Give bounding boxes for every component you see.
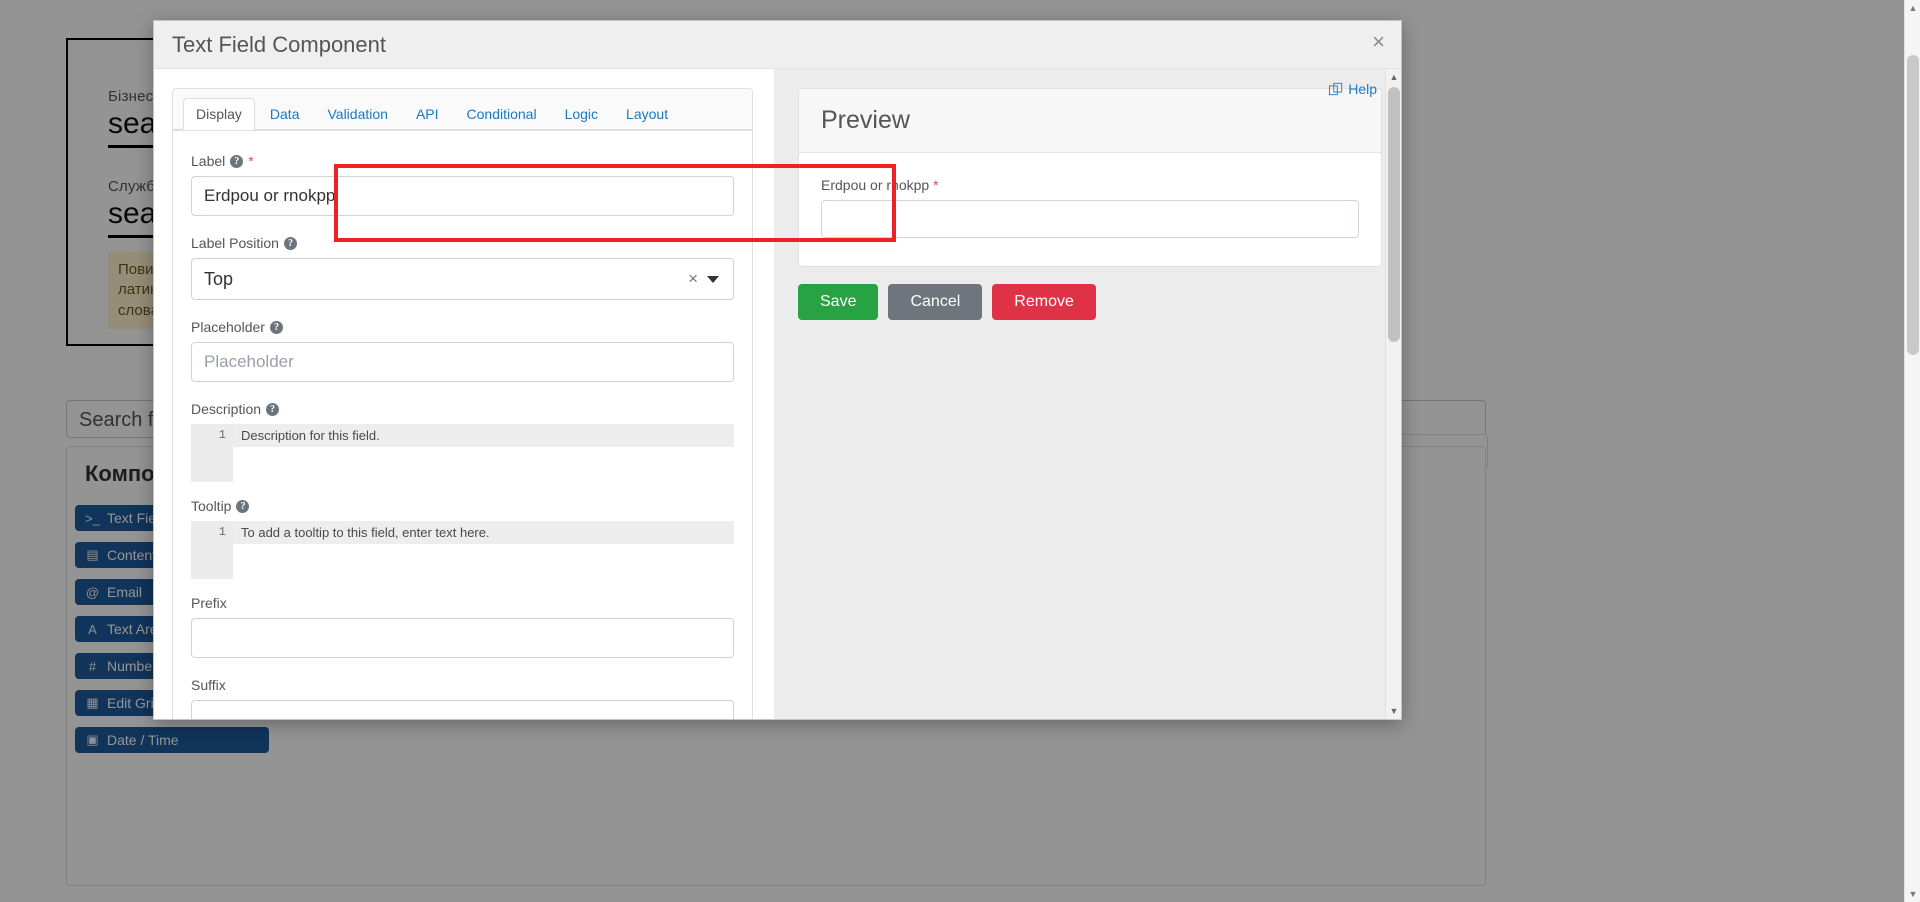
- settings-scroll-area: Label ? * Label Position ? Top ×: [172, 131, 753, 719]
- help-link[interactable]: Help: [1329, 81, 1377, 97]
- label-field-title: Label ? *: [191, 153, 734, 169]
- tab-layout[interactable]: Layout: [613, 98, 681, 130]
- tab-logic[interactable]: Logic: [552, 98, 611, 130]
- scroll-down-arrow-icon[interactable]: ▼: [1386, 703, 1401, 719]
- label-position-select[interactable]: Top ×: [191, 258, 734, 300]
- tooltip-title: Tooltip ?: [191, 498, 734, 514]
- prefix-input[interactable]: [191, 618, 734, 658]
- page-scrollbar[interactable]: ▲ ▼: [1904, 0, 1920, 902]
- field-group-prefix: Prefix: [173, 595, 752, 658]
- field-group-placeholder: Placeholder ?: [173, 319, 752, 382]
- tab-display[interactable]: Display: [183, 98, 255, 130]
- label-text: Label Position: [191, 235, 279, 251]
- preview-column: Preview Erdpou or rnokpp * Save Cancel R…: [774, 69, 1401, 719]
- scrollbar-thumb[interactable]: [1388, 87, 1400, 342]
- modal-title: Text Field Component: [172, 31, 386, 57]
- preview-card: Preview Erdpou or rnokpp *: [798, 88, 1382, 267]
- external-link-icon: [1329, 82, 1343, 96]
- modal-action-buttons: Save Cancel Remove: [798, 284, 1382, 320]
- suffix-input[interactable]: [191, 700, 734, 719]
- help-circle-icon[interactable]: ?: [230, 154, 244, 168]
- label-input[interactable]: [191, 176, 734, 216]
- label-text: Prefix: [191, 595, 227, 611]
- preview-label-text: Erdpou or rnokpp: [821, 177, 930, 193]
- placeholder-title: Placeholder ?: [191, 319, 734, 335]
- suffix-title: Suffix: [191, 677, 734, 693]
- tab-conditional[interactable]: Conditional: [454, 98, 550, 130]
- page-scroll-up-icon[interactable]: ▲: [1905, 0, 1920, 16]
- required-asterisk: *: [248, 153, 254, 169]
- tooltip-editor-placeholder: To add a tooltip to this field, enter te…: [233, 521, 734, 544]
- field-group-suffix: Suffix: [173, 677, 752, 719]
- preview-field-label: Erdpou or rnokpp *: [821, 177, 1359, 193]
- label-text: Label: [191, 153, 226, 169]
- description-title: Description ?: [191, 401, 734, 417]
- modal-scrollbar[interactable]: ▲ ▼: [1385, 69, 1401, 719]
- close-icon[interactable]: ×: [1372, 31, 1385, 53]
- tab-validation[interactable]: Validation: [314, 98, 400, 130]
- placeholder-input[interactable]: [191, 342, 734, 382]
- description-code-editor[interactable]: 1 Description for this field.: [191, 424, 734, 482]
- page-scrollbar-thumb[interactable]: [1907, 55, 1919, 355]
- modal-body: Help Display Data Validation API Conditi…: [154, 69, 1401, 719]
- help-circle-icon[interactable]: ?: [236, 499, 250, 513]
- label-position-value: Top: [204, 268, 234, 289]
- description-editor-placeholder: Description for this field.: [233, 424, 734, 447]
- label-position-title: Label Position ?: [191, 235, 734, 251]
- description-gutter-line-number: 1: [191, 424, 233, 482]
- label-text: Suffix: [191, 677, 226, 693]
- help-circle-icon[interactable]: ?: [283, 236, 297, 250]
- cancel-button[interactable]: Cancel: [888, 284, 983, 320]
- text-field-component-modal: Text Field Component × Help Display Data…: [153, 20, 1402, 720]
- label-text: Placeholder: [191, 319, 265, 335]
- field-group-description: Description ? 1 Description for this fie…: [173, 401, 752, 482]
- label-text: Tooltip: [191, 498, 232, 514]
- settings-tabs: Display Data Validation API Conditional …: [173, 89, 752, 130]
- settings-tabs-card: Display Data Validation API Conditional …: [172, 88, 753, 131]
- preview-title: Preview: [799, 89, 1381, 153]
- scroll-up-arrow-icon[interactable]: ▲: [1386, 69, 1401, 85]
- settings-column: Display Data Validation API Conditional …: [154, 69, 774, 719]
- field-group-label-position: Label Position ? Top ×: [173, 235, 752, 300]
- chevron-down-icon[interactable]: [707, 275, 719, 283]
- tab-data[interactable]: Data: [257, 98, 313, 130]
- remove-button[interactable]: Remove: [992, 284, 1096, 320]
- tooltip-editor-content[interactable]: To add a tooltip to this field, enter te…: [233, 521, 734, 579]
- field-group-tooltip: Tooltip ? 1 To add a tooltip to this fie…: [173, 498, 752, 579]
- modal-header: Text Field Component ×: [154, 21, 1401, 69]
- help-label: Help: [1348, 81, 1377, 97]
- save-button[interactable]: Save: [798, 284, 879, 320]
- prefix-title: Prefix: [191, 595, 734, 611]
- description-editor-content[interactable]: Description for this field.: [233, 424, 734, 482]
- tooltip-code-editor[interactable]: 1 To add a tooltip to this field, enter …: [191, 521, 734, 579]
- required-asterisk: *: [933, 177, 939, 193]
- label-text: Description: [191, 401, 262, 417]
- help-circle-icon[interactable]: ?: [269, 320, 283, 334]
- help-circle-icon[interactable]: ?: [266, 402, 280, 416]
- tooltip-gutter-line-number: 1: [191, 521, 233, 579]
- clear-selection-icon[interactable]: ×: [679, 269, 707, 289]
- tab-api[interactable]: API: [403, 98, 452, 130]
- field-group-label: Label ? *: [173, 153, 752, 216]
- preview-text-input[interactable]: [821, 200, 1359, 238]
- preview-body: Erdpou or rnokpp *: [799, 153, 1381, 266]
- page-scroll-down-icon[interactable]: ▼: [1905, 886, 1920, 902]
